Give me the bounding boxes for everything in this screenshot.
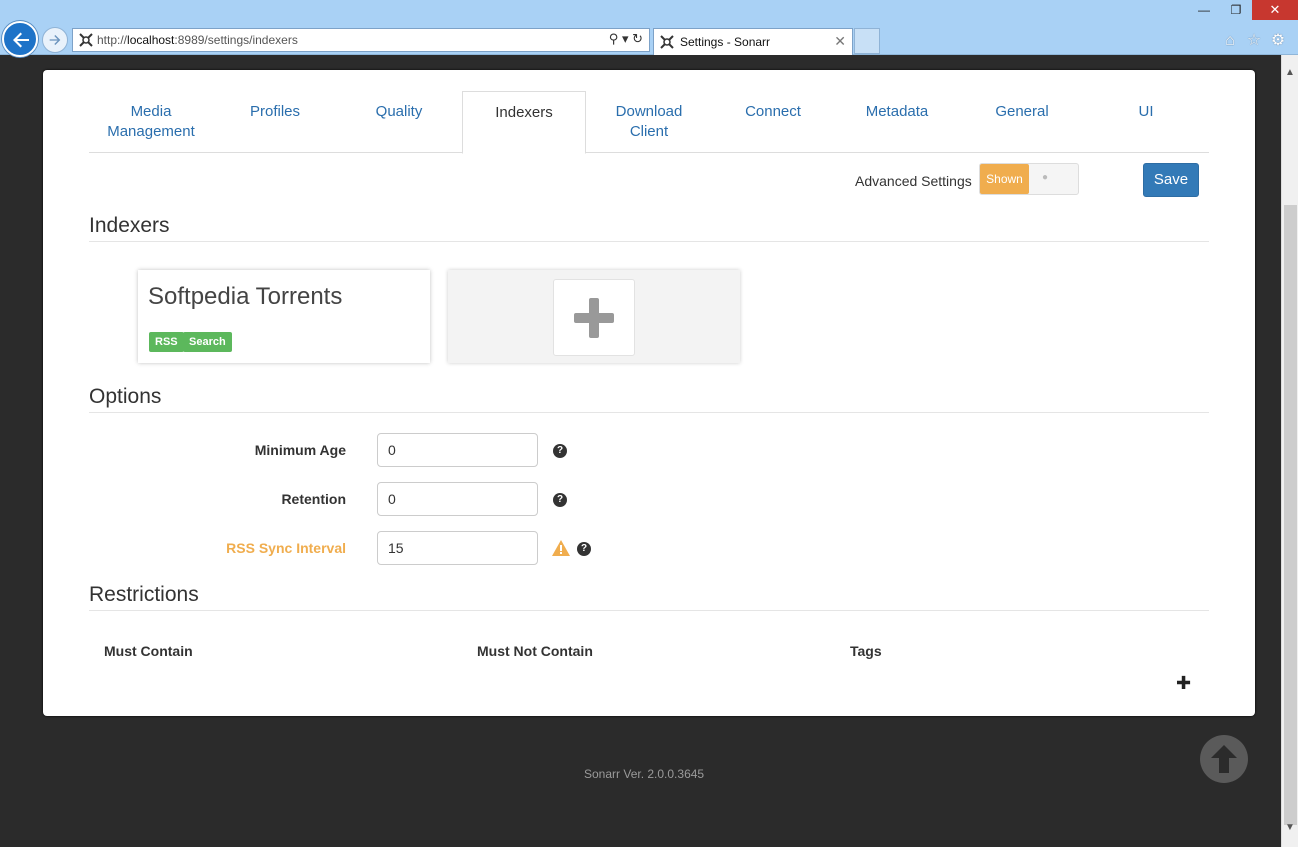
tab-label: General bbox=[995, 103, 1049, 120]
tab-label: Media Management bbox=[107, 103, 195, 140]
restore-icon[interactable]: ❐ bbox=[1220, 0, 1252, 20]
page-scrollbar[interactable]: ▲ ▼ bbox=[1281, 55, 1298, 847]
retention-input[interactable] bbox=[377, 482, 538, 516]
advanced-settings-toggle[interactable]: Shown ● bbox=[979, 163, 1079, 195]
tab-profiles[interactable]: Profiles bbox=[213, 91, 337, 153]
window-close-icon[interactable]: ✕ bbox=[1252, 0, 1298, 20]
tab-label: Indexers bbox=[495, 104, 553, 121]
arrow-up-icon bbox=[1211, 745, 1237, 773]
minimum-age-input[interactable] bbox=[377, 433, 538, 467]
help-icon[interactable]: ? bbox=[553, 493, 567, 507]
sonarr-favicon-icon bbox=[660, 35, 674, 49]
new-tab-button[interactable] bbox=[854, 28, 880, 54]
search-icon[interactable]: ⚲ bbox=[609, 31, 619, 46]
tab-media-management[interactable]: Media Management bbox=[89, 91, 213, 153]
back-button[interactable] bbox=[2, 21, 38, 57]
toggle-off-dot-icon: ● bbox=[1042, 172, 1049, 183]
minimize-icon[interactable]: — bbox=[1188, 0, 1220, 20]
window-controls: — ❐ ✕ bbox=[1188, 0, 1298, 20]
tab-label: Metadata bbox=[865, 103, 929, 120]
dropdown-icon[interactable]: ▾ bbox=[622, 31, 629, 46]
indexer-card-softpedia-torrents[interactable]: Softpedia Torrents RSS Search bbox=[138, 270, 430, 363]
plus-icon bbox=[574, 298, 614, 338]
section-divider bbox=[89, 241, 1209, 242]
options-section-title: Options bbox=[89, 385, 162, 408]
tab-label: Quality bbox=[375, 103, 423, 120]
tab-label: Profiles bbox=[249, 103, 301, 120]
address-bar[interactable]: http://localhost:8989/settings/indexers … bbox=[72, 28, 650, 52]
scroll-to-top-button[interactable] bbox=[1200, 735, 1248, 783]
restrictions-section-title: Restrictions bbox=[89, 583, 199, 606]
tab-indexers[interactable]: Indexers bbox=[462, 91, 586, 154]
tab-metadata[interactable]: Metadata bbox=[835, 91, 959, 153]
sonarr-favicon-icon bbox=[79, 33, 93, 47]
tab-quality[interactable]: Quality bbox=[337, 91, 461, 153]
tab-title: Settings - Sonarr bbox=[680, 35, 771, 49]
tab-ui[interactable]: UI bbox=[1084, 91, 1208, 153]
home-icon[interactable]: ⌂ bbox=[1218, 32, 1242, 50]
tab-download-client[interactable]: Download Client bbox=[587, 91, 711, 153]
tab-label: UI bbox=[1138, 103, 1154, 120]
rss-sync-interval-input[interactable] bbox=[377, 531, 538, 565]
settings-gear-icon[interactable]: ⚙ bbox=[1266, 30, 1290, 50]
tab-connect[interactable]: Connect bbox=[711, 91, 835, 153]
indexers-section-title: Indexers bbox=[89, 214, 170, 237]
rss-badge: RSS bbox=[149, 332, 184, 352]
tags-header: Tags bbox=[850, 643, 882, 659]
scroll-down-icon[interactable]: ▼ bbox=[1285, 822, 1295, 833]
section-divider bbox=[89, 412, 1209, 413]
add-restriction-icon[interactable]: ✚ bbox=[1176, 673, 1191, 694]
advanced-settings-label: Advanced Settings bbox=[855, 173, 972, 189]
save-button[interactable]: Save bbox=[1143, 163, 1199, 197]
search-badge: Search bbox=[183, 332, 232, 352]
refresh-icon[interactable]: ↻ bbox=[632, 31, 643, 46]
tab-close-icon[interactable]: ✕ bbox=[834, 33, 846, 50]
url-text: http://localhost:8989/settings/indexers bbox=[97, 33, 298, 47]
scroll-up-icon[interactable]: ▲ bbox=[1285, 67, 1295, 78]
browser-toolbar-icons: ⌂ ☆ ⚙ bbox=[1218, 30, 1290, 50]
must-contain-header: Must Contain bbox=[104, 643, 193, 659]
browser-chrome: http://localhost:8989/settings/indexers … bbox=[0, 0, 1298, 57]
retention-label: Retention bbox=[281, 491, 346, 507]
browser-tab[interactable]: Settings - Sonarr ✕ bbox=[653, 28, 853, 55]
rss-sync-interval-label: RSS Sync Interval bbox=[226, 540, 346, 556]
settings-panel: Media Management Profiles Quality Indexe… bbox=[43, 70, 1255, 716]
tab-label: Connect bbox=[745, 103, 801, 120]
settings-tabs: Media Management Profiles Quality Indexe… bbox=[89, 91, 1209, 154]
tab-label: Download Client bbox=[615, 103, 683, 140]
address-tools[interactable]: ⚲ ▾ ↻ bbox=[609, 31, 643, 47]
must-not-contain-header: Must Not Contain bbox=[477, 643, 593, 659]
help-icon[interactable]: ? bbox=[577, 542, 591, 556]
forward-button[interactable] bbox=[42, 27, 68, 53]
warning-icon[interactable] bbox=[552, 540, 570, 556]
version-text: Sonarr Ver. 2.0.0.3645 bbox=[584, 767, 705, 781]
favorites-star-icon[interactable]: ☆ bbox=[1242, 30, 1266, 50]
indexer-name: Softpedia Torrents bbox=[148, 283, 343, 310]
minimum-age-label: Minimum Age bbox=[254, 442, 346, 458]
tab-general[interactable]: General bbox=[960, 91, 1084, 153]
add-indexer-button[interactable] bbox=[553, 279, 635, 356]
help-icon[interactable]: ? bbox=[553, 444, 567, 458]
scroll-thumb[interactable] bbox=[1284, 205, 1297, 825]
add-indexer-card[interactable] bbox=[448, 270, 740, 363]
toggle-on-label: Shown bbox=[980, 164, 1029, 194]
section-divider bbox=[89, 610, 1209, 611]
